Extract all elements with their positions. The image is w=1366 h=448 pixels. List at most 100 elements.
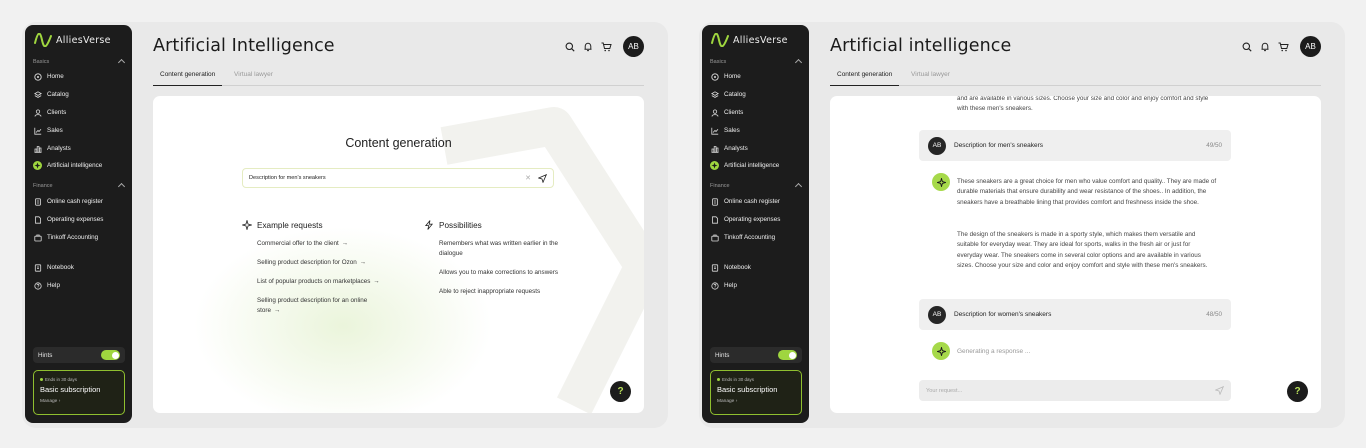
hints-toggle[interactable] bbox=[101, 350, 120, 360]
sidebar-item-tinkoff-accounting[interactable]: Tinkoff Accounting bbox=[33, 231, 125, 244]
sidebar-item-label: Analysts bbox=[724, 145, 748, 152]
briefcase-icon bbox=[33, 233, 42, 242]
tab-content-generation[interactable]: Content generation bbox=[153, 70, 223, 86]
sidebar-item-notebook[interactable]: Notebook bbox=[33, 261, 125, 274]
sidebar-item-help[interactable]: Help bbox=[33, 279, 125, 292]
section-finance[interactable]: Finance bbox=[710, 182, 803, 191]
sidebar-item-home[interactable]: Home bbox=[33, 70, 125, 83]
sidebar: AlliesVerse Basics Home Catalog Clients … bbox=[25, 25, 132, 423]
section-basics[interactable]: Basics bbox=[710, 58, 803, 67]
sidebar: AlliesVerse Basics Home Catalog Clients … bbox=[702, 25, 809, 423]
bar-chart-icon bbox=[33, 144, 42, 153]
logo[interactable]: AlliesVerse bbox=[711, 33, 788, 47]
bot-avatar bbox=[932, 342, 950, 360]
tab-virtual-lawyer[interactable]: Virtual lawyer bbox=[234, 70, 273, 86]
example-request-link[interactable]: Selling product description for an onlin… bbox=[257, 296, 377, 316]
cart-icon[interactable] bbox=[1278, 42, 1289, 52]
document-icon bbox=[33, 215, 42, 224]
request-input-placeholder: Your request... bbox=[926, 387, 963, 394]
sidebar-item-catalog[interactable]: Catalog bbox=[33, 88, 125, 101]
example-request-link[interactable]: Commercial offer to the client → bbox=[257, 239, 412, 249]
home-icon bbox=[710, 72, 719, 81]
sidebar-item-cash-register[interactable]: Online cash register bbox=[710, 195, 802, 208]
sparkle-icon bbox=[936, 346, 946, 356]
sidebar-item-label: Online cash register bbox=[47, 198, 103, 205]
send-icon[interactable] bbox=[1215, 386, 1224, 395]
section-basics[interactable]: Basics bbox=[33, 58, 126, 67]
help-button[interactable]: ? bbox=[1287, 381, 1308, 402]
generating-status: Generating a response ... bbox=[957, 348, 1031, 355]
example-request-link[interactable]: Selling product description for Ozon → bbox=[257, 258, 412, 268]
send-icon[interactable] bbox=[538, 173, 547, 183]
sidebar-item-analysts[interactable]: Analysts bbox=[33, 142, 125, 155]
avatar[interactable]: AB bbox=[1300, 36, 1321, 57]
avatar: AB bbox=[928, 136, 946, 155]
manage-link[interactable]: Manage › bbox=[717, 399, 795, 404]
tab-bar: Content generation Virtual lawyer bbox=[830, 70, 1321, 86]
logo[interactable]: AlliesVerse bbox=[34, 33, 111, 47]
chevron-up-icon bbox=[794, 58, 803, 67]
example-requests: Example requests Commercial offer to the… bbox=[242, 220, 412, 316]
sidebar-item-catalog[interactable]: Catalog bbox=[710, 88, 802, 101]
section-basics-label: Basics bbox=[33, 58, 50, 65]
help-button[interactable]: ? bbox=[610, 381, 631, 402]
example-requests-title: Example requests bbox=[257, 220, 323, 230]
notebook-icon bbox=[33, 263, 42, 272]
sidebar-item-ai[interactable]: Artificial intelligence bbox=[710, 159, 802, 172]
manage-link[interactable]: Manage › bbox=[40, 399, 118, 404]
sidebar-item-clients[interactable]: Clients bbox=[33, 106, 125, 119]
arrow-right-icon: → bbox=[341, 240, 349, 247]
hints-label: Hints bbox=[715, 351, 730, 359]
hints-toggle[interactable] bbox=[778, 350, 797, 360]
sidebar-item-sales[interactable]: Sales bbox=[33, 124, 125, 137]
tab-virtual-lawyer[interactable]: Virtual lawyer bbox=[911, 70, 950, 86]
possibility-item: Able to reject inappropriate requests bbox=[439, 288, 541, 295]
sidebar-item-label: Tinkoff Accounting bbox=[47, 234, 99, 241]
sidebar-item-tinkoff-accounting[interactable]: Tinkoff Accounting bbox=[710, 231, 802, 244]
logo-wave-icon bbox=[711, 33, 729, 47]
sidebar-item-operating-expenses[interactable]: Operating expenses bbox=[33, 213, 125, 226]
subscription-title: Basic subscription bbox=[717, 385, 778, 394]
prompt-input[interactable]: Description for men's sneakers ✕ bbox=[242, 168, 554, 188]
search-icon[interactable] bbox=[1242, 42, 1252, 52]
sidebar-item-ai[interactable]: Artificial intelligence bbox=[33, 159, 125, 172]
search-icon[interactable] bbox=[565, 42, 575, 52]
clear-icon[interactable]: ✕ bbox=[525, 174, 531, 182]
sidebar-item-sales[interactable]: Sales bbox=[710, 124, 802, 137]
bell-icon[interactable] bbox=[1260, 42, 1270, 52]
manage-label: Manage bbox=[717, 399, 735, 404]
sidebar-item-operating-expenses[interactable]: Operating expenses bbox=[710, 213, 802, 226]
sidebar-item-home[interactable]: Home bbox=[710, 70, 802, 83]
sidebar-item-label: Help bbox=[47, 282, 60, 289]
sidebar-item-label: Tinkoff Accounting bbox=[724, 234, 776, 241]
content-panel: Content generation Description for men's… bbox=[153, 96, 644, 413]
sparkle-icon bbox=[710, 161, 719, 170]
sidebar-item-clients[interactable]: Clients bbox=[710, 106, 802, 119]
request-input[interactable]: Your request... bbox=[919, 380, 1231, 401]
user-message-text: Description for men's sneakers bbox=[954, 142, 1044, 149]
char-counter: 48/50 bbox=[1206, 311, 1222, 318]
chevron-right-icon: › bbox=[58, 399, 61, 404]
avatar[interactable]: AB bbox=[623, 36, 644, 57]
sidebar-item-cash-register[interactable]: Online cash register bbox=[33, 195, 125, 208]
example-request-label: Selling product description for Ozon bbox=[257, 259, 357, 266]
document-icon bbox=[710, 215, 719, 224]
bar-chart-icon bbox=[710, 144, 719, 153]
register-icon bbox=[710, 197, 719, 206]
section-finance[interactable]: Finance bbox=[33, 182, 126, 191]
cart-icon[interactable] bbox=[601, 42, 612, 52]
example-request-link[interactable]: List of popular products on marketplaces… bbox=[257, 277, 412, 287]
hints-label: Hints bbox=[38, 351, 53, 359]
sparkle-icon bbox=[242, 220, 252, 230]
prompt-input-value: Description for men's sneakers bbox=[249, 175, 326, 181]
sidebar-item-notebook[interactable]: Notebook bbox=[710, 261, 802, 274]
register-icon bbox=[33, 197, 42, 206]
sidebar-item-analysts[interactable]: Analysts bbox=[710, 142, 802, 155]
chart-icon bbox=[710, 126, 719, 135]
arrow-right-icon: → bbox=[373, 278, 380, 285]
sidebar-item-label: Home bbox=[724, 73, 741, 80]
tab-content-generation[interactable]: Content generation bbox=[830, 70, 900, 86]
sidebar-item-help[interactable]: Help bbox=[710, 279, 802, 292]
user-icon bbox=[33, 108, 42, 117]
bell-icon[interactable] bbox=[583, 42, 593, 52]
